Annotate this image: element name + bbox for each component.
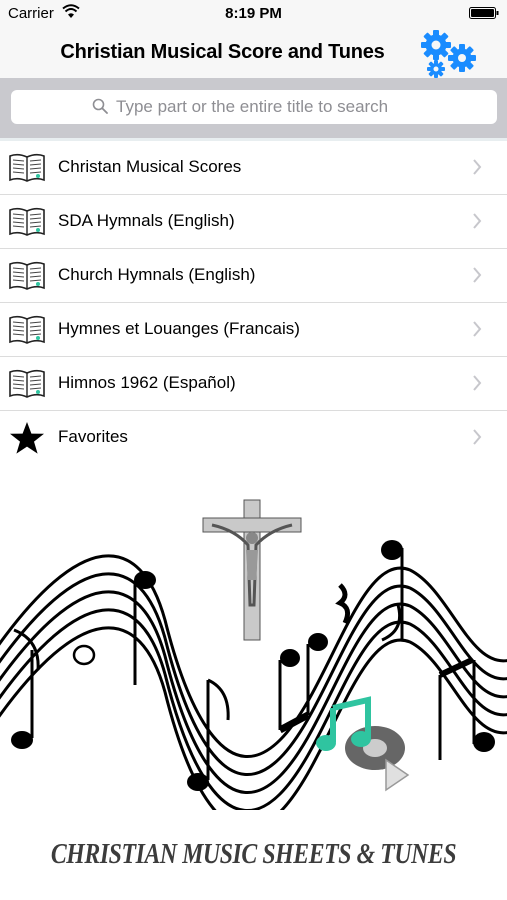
clock: 8:19 PM bbox=[225, 5, 282, 22]
search-icon bbox=[92, 98, 108, 114]
crucifix-image bbox=[202, 499, 302, 641]
book-icon bbox=[9, 207, 45, 236]
menu-item-label: Favorites bbox=[58, 427, 128, 446]
music-staff-artwork bbox=[0, 499, 507, 810]
chevron-right-icon bbox=[473, 321, 482, 337]
search-bar bbox=[0, 78, 507, 138]
footer-title: CHRISTIAN MUSIC SHEETS & TUNES bbox=[50, 838, 457, 870]
menu-item-label: SDA Hymnals (English) bbox=[58, 211, 235, 230]
nav-title: Christian Musical Score and Tunes bbox=[60, 41, 385, 63]
book-icon bbox=[9, 261, 45, 290]
settings-gears-icon[interactable] bbox=[416, 28, 482, 80]
book-icon bbox=[9, 153, 45, 182]
menu-item-label: Christan Musical Scores bbox=[58, 157, 242, 176]
menu-item-hymnes-et-louanges[interactable]: Hymnes et Louanges (Francais) bbox=[0, 303, 507, 357]
battery-icon bbox=[469, 7, 499, 19]
chevron-right-icon bbox=[473, 267, 482, 283]
book-icon bbox=[9, 315, 45, 344]
chevron-right-icon bbox=[473, 375, 482, 391]
menu-item-favorites[interactable]: Favorites bbox=[0, 411, 507, 464]
menu-item-label: Himnos 1962 (Español) bbox=[58, 373, 236, 392]
status-bar: Carrier 8:19 PM bbox=[0, 0, 507, 28]
menu-list: Christan Musical Scores SDA Hymnals (Eng… bbox=[0, 141, 507, 464]
navigation-bar: Christian Musical Score and Tunes bbox=[0, 28, 507, 78]
menu-item-label: Hymnes et Louanges (Francais) bbox=[58, 319, 300, 338]
menu-item-himnos-1962[interactable]: Himnos 1962 (Español) bbox=[0, 357, 507, 411]
menu-item-church-hymnals[interactable]: Church Hymnals (English) bbox=[0, 249, 507, 303]
menu-item-christan-musical-scores[interactable]: Christan Musical Scores bbox=[0, 141, 507, 195]
book-icon bbox=[9, 369, 45, 398]
menu-item-sda-hymnals[interactable]: SDA Hymnals (English) bbox=[0, 195, 507, 249]
search-field[interactable] bbox=[11, 90, 497, 124]
star-icon bbox=[10, 422, 44, 454]
search-input[interactable] bbox=[116, 97, 416, 117]
chevron-right-icon bbox=[473, 429, 482, 445]
menu-item-label: Church Hymnals (English) bbox=[58, 265, 256, 284]
chevron-right-icon bbox=[473, 213, 482, 229]
chevron-right-icon bbox=[473, 159, 482, 175]
